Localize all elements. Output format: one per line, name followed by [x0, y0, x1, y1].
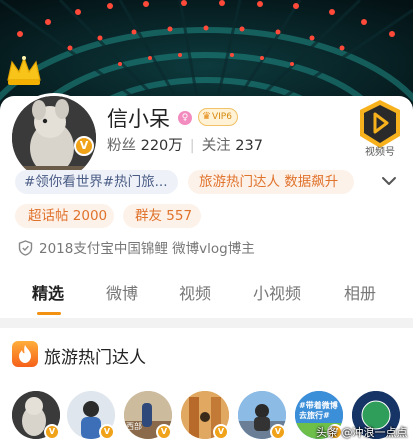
- verified-badge-icon: V: [270, 424, 286, 440]
- section-title: 旅游热门达人: [44, 348, 146, 368]
- tab-album[interactable]: 相册: [344, 284, 376, 304]
- verified-badge-icon: V: [44, 424, 60, 440]
- tab-video[interactable]: 视频: [179, 284, 211, 304]
- crown-icon: [7, 56, 41, 85]
- follow-stats: 粉丝 220万 | 关注 237: [107, 137, 263, 155]
- shield-icon: [18, 240, 33, 256]
- watermark: 头条 @冲浪一点点: [316, 426, 408, 439]
- verification-text: 2018支付宝中国锦鲤 微博vlog博主: [39, 241, 255, 257]
- following-count: 237: [235, 138, 263, 154]
- fan-group-chip[interactable]: 群友 557: [123, 204, 201, 228]
- profile-tabs: 精选 微博 视频 小视频 相册: [0, 276, 413, 316]
- tab-short-video[interactable]: 小视频: [253, 284, 301, 304]
- tab-weibo[interactable]: 微博: [106, 284, 138, 304]
- verified-badge-icon: V: [99, 424, 115, 440]
- fans-count: 220万: [140, 138, 183, 154]
- personal-tag-icon[interactable]: ♀: [178, 111, 192, 125]
- following-stat[interactable]: 关注 237: [202, 138, 263, 154]
- following-label: 关注: [201, 138, 231, 154]
- supertopic-posts-chip[interactable]: 超话帖 2000: [15, 204, 114, 228]
- vip-level: VIP6: [211, 112, 232, 122]
- profile-name: 信小呆: [107, 107, 170, 131]
- topic-tags-chip[interactable]: #领你看世界#热门旅...: [15, 170, 178, 194]
- video-channel-label: 视频号: [365, 147, 395, 158]
- verified-badge-icon: V: [213, 424, 229, 440]
- stats-divider: |: [189, 138, 195, 154]
- fans-stat[interactable]: 粉丝 220万: [107, 138, 183, 154]
- vip-badge[interactable]: ♛VIP6: [198, 108, 238, 126]
- verification-info[interactable]: 2018支付宝中国锦鲤 微博vlog博主: [18, 240, 255, 258]
- active-tab-indicator: [37, 312, 61, 315]
- fans-label: 粉丝: [107, 138, 136, 154]
- verified-badge-icon: V: [156, 424, 172, 440]
- vip-crown-icon: ♛: [202, 111, 211, 122]
- tab-featured[interactable]: 精选: [32, 284, 64, 304]
- section-divider: [0, 318, 413, 328]
- fire-icon: [12, 341, 38, 367]
- chevron-down-icon[interactable]: [380, 172, 398, 190]
- avatar-caption: #带着微博 去旅行#: [299, 401, 338, 420]
- avatar-caption: 西部: [126, 422, 142, 431]
- talent-tag-chip[interactable]: 旅游热门达人 数据飙升: [188, 170, 354, 194]
- verified-badge-icon: V: [74, 136, 94, 156]
